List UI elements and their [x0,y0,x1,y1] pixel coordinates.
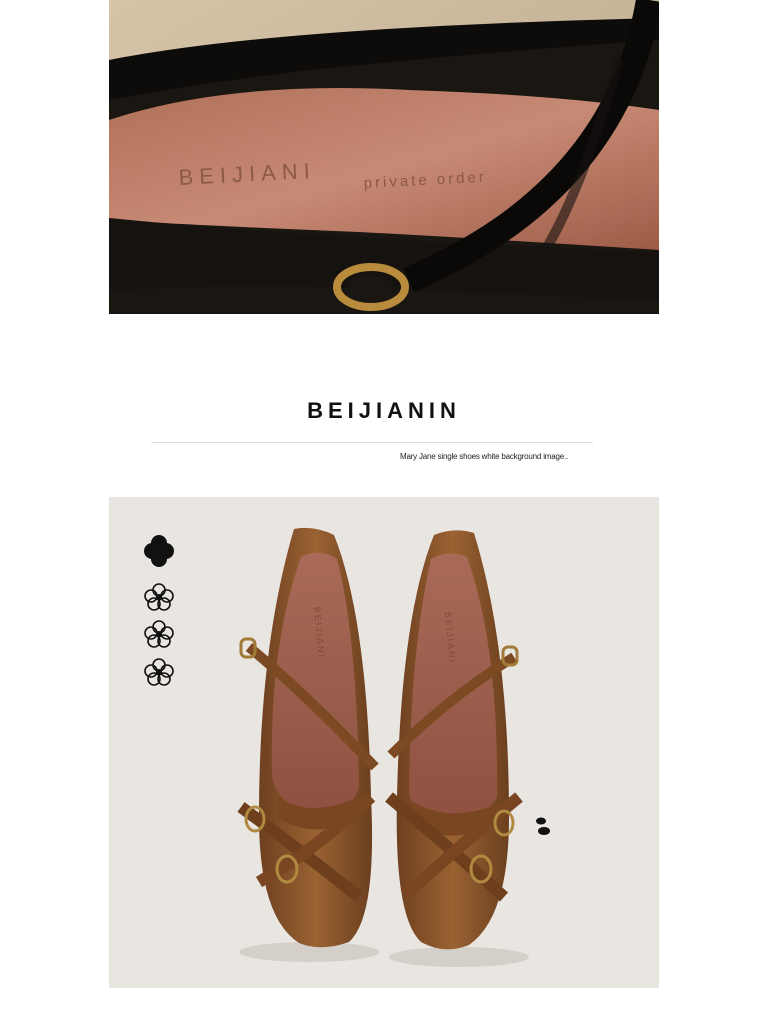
left-shoe: BEIJIANI [237,527,379,948]
clover-icon [144,535,174,567]
image-caption: Mary Jane single shoes white background … [400,452,569,461]
dots-icon [536,817,550,835]
product-pair-photo: BEIJIANI BEIJIANI [109,497,659,988]
shoe-closeup-photo: BEIJIANI private order [109,0,659,314]
right-shoe: BEIJIANI [385,530,523,950]
divider [151,442,593,443]
flower-outline-icon [144,583,174,611]
brand-title: BEIJIANIN [307,398,461,423]
flower-outline-icon [144,658,174,686]
flower-outline-icon [144,620,174,648]
